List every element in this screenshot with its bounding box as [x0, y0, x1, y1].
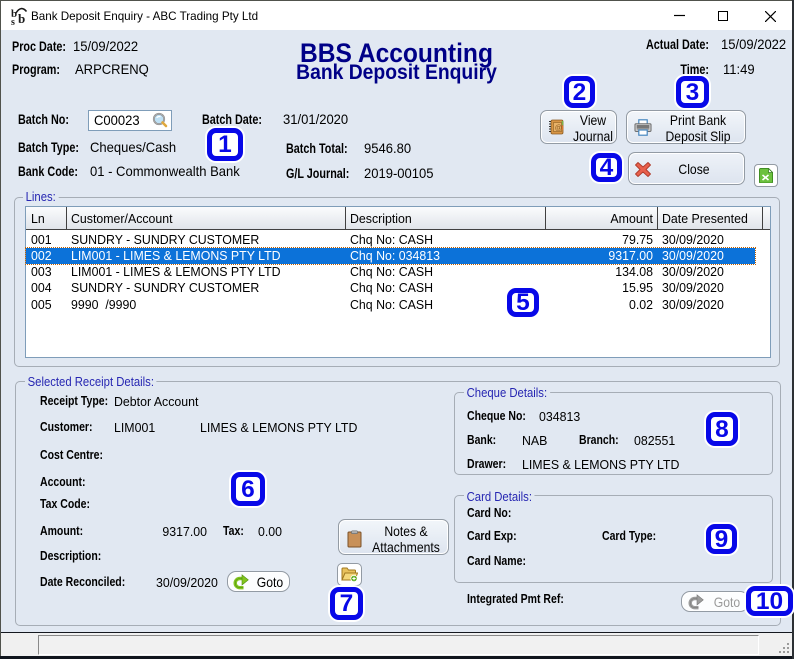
svg-text:b: b	[18, 11, 25, 25]
svg-text:@: @	[555, 123, 563, 132]
svg-text:s: s	[11, 17, 15, 25]
